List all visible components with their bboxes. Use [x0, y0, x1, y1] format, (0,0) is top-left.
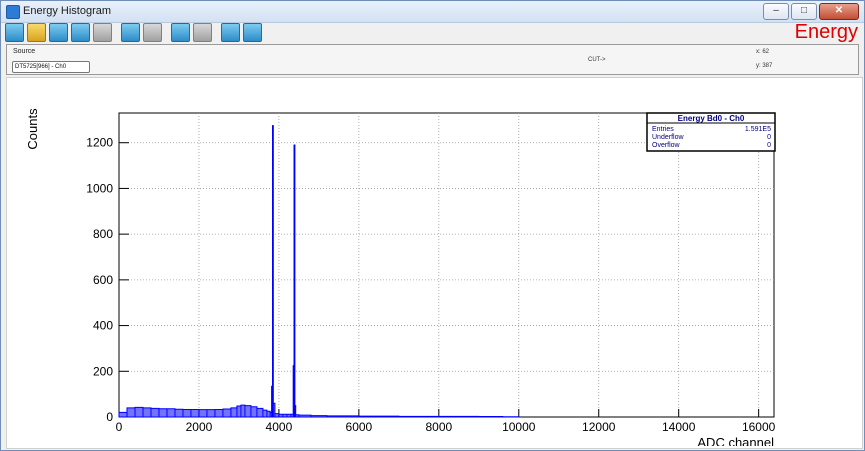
export-icon[interactable]: [243, 23, 262, 42]
x-readout: x: 62: [756, 49, 770, 55]
y-tick-label: 1000: [86, 181, 113, 195]
reset-icon[interactable]: [5, 23, 24, 42]
stats-title: Energy Bd0 - Ch0: [678, 114, 745, 123]
y-tick-label: 400: [93, 319, 113, 333]
open-folder-icon[interactable]: [27, 23, 46, 42]
stats-row-label: Entries: [652, 126, 674, 133]
save-disabled-icon: [143, 23, 162, 42]
stats-row-label: Overflow: [652, 142, 681, 149]
peak-icon[interactable]: [93, 23, 112, 42]
y-axis-label: Counts: [25, 108, 40, 150]
y-tick-label: 800: [93, 227, 113, 241]
window-title: Energy Histogram: [23, 5, 112, 17]
histogram-chart[interactable]: 0 2000 4000 6000 8000 10000 12000 14000 16000020…: [7, 78, 860, 446]
x-tick-label: 14000: [662, 420, 696, 434]
x-tick-label: 16000: [742, 420, 776, 434]
y-tick-label: 0: [106, 410, 113, 424]
x-tick-label: 2000: [186, 420, 213, 434]
close-button[interactable]: ✕: [819, 3, 859, 20]
source-select[interactable]: DT5725[966] - Ch0: [12, 61, 90, 73]
stats-row-value: 1.591E5: [745, 126, 771, 133]
snapshot-icon[interactable]: [221, 23, 240, 42]
x-tick-label: 8000: [425, 420, 452, 434]
minimize-button[interactable]: ‒: [763, 3, 789, 20]
x-tick-label: 6000: [346, 420, 373, 434]
title-bar: Energy Histogram ‒ □ ✕: [1, 1, 864, 23]
list-icon[interactable]: [71, 23, 90, 42]
source-label: Source: [13, 48, 36, 55]
energy-label: Energy: [794, 21, 858, 43]
stats-row-label: Underflow: [652, 134, 684, 141]
y-readout: y: 387: [756, 63, 773, 69]
app-icon: [6, 5, 20, 19]
stats-row-value: 0: [767, 134, 771, 141]
y-tick-label: 1200: [86, 136, 113, 150]
y-tick-label: 600: [93, 273, 113, 287]
cut-label: CUT->: [588, 57, 606, 63]
zoom-icon[interactable]: [49, 23, 68, 42]
y-tick-label: 200: [93, 364, 113, 378]
energy-histogram-window: Energy Histogram ‒ □ ✕ Energy Source DT5…: [0, 0, 865, 451]
cut-disabled-icon: [193, 23, 212, 42]
source-panel: Source DT5725[966] - Ch0 CUT-> x: 62 y: …: [6, 44, 859, 75]
toolbar: [5, 23, 265, 43]
save-icon[interactable]: [121, 23, 140, 42]
x-tick-label: 10000: [502, 420, 536, 434]
cut-icon[interactable]: [171, 23, 190, 42]
x-tick-label: 12000: [582, 420, 616, 434]
stats-row-value: 0: [767, 142, 771, 149]
x-tick-label: 0: [116, 420, 123, 434]
plot-area[interactable]: 0 2000 4000 6000 8000 10000 12000 14000 16000 0 20…: [6, 77, 863, 449]
x-tick-label: 4000: [266, 420, 293, 434]
window-controls: ‒ □ ✕: [761, 3, 859, 20]
x-axis-label: ADC channel: [697, 435, 774, 446]
maximize-button[interactable]: □: [791, 3, 817, 20]
